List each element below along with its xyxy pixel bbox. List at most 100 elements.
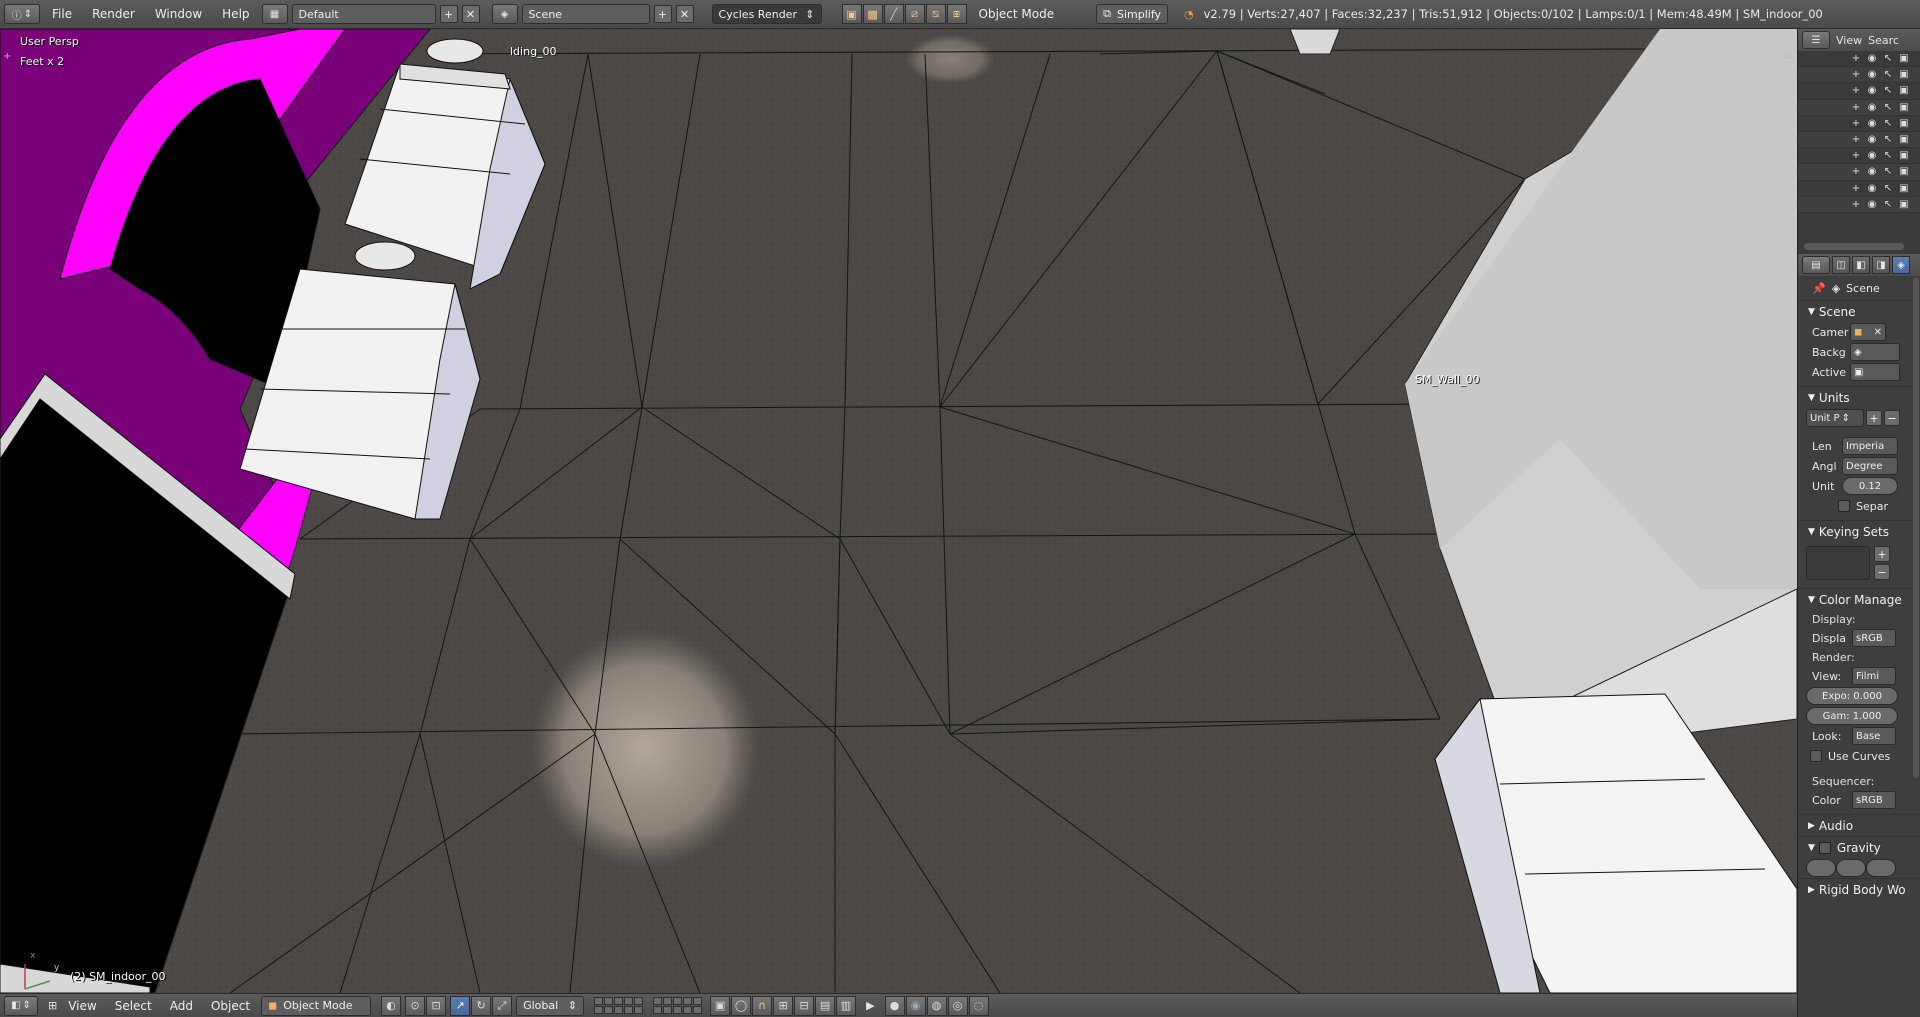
snap-target-icon[interactable]: ⊞ xyxy=(773,995,794,1016)
outliner-list[interactable]: + ◉ ↖ ▣ + ◉ ↖ ▣ + ◉ ↖ ▣ + ◉ ↖ ▣ + ◉ ↖ ▣ + ◉ ↖ ▣ + ◉ ↖ ▣ + ◉ ↖ ▣ … xyxy=(1798,51,1920,213)
viewport-scene[interactable] xyxy=(0,29,1797,993)
render-region-icon[interactable]: ▩ xyxy=(862,4,883,24)
camera-icon[interactable]: ▣ xyxy=(1898,134,1910,146)
camera-icon[interactable]: ▣ xyxy=(1898,166,1910,178)
material-shading-icon[interactable]: ◉ xyxy=(905,995,926,1016)
camera-icon[interactable]: ▣ xyxy=(1898,198,1910,210)
render-tab-icon[interactable]: ◫ xyxy=(1832,256,1850,274)
length-unit-dropdown[interactable]: Imperia xyxy=(1842,437,1898,455)
layers-icon[interactable]: ⧄ xyxy=(904,4,925,24)
menu-select[interactable]: Select xyxy=(108,999,159,1013)
outliner-row[interactable]: + ◉ ↖ ▣ xyxy=(1798,51,1920,68)
eye-icon[interactable]: ◉ xyxy=(1866,166,1878,178)
corner-plus-icon[interactable]: + xyxy=(3,51,11,62)
cursor-icon[interactable]: ↖ xyxy=(1882,85,1894,97)
cursor-icon[interactable]: ↖ xyxy=(1882,117,1894,129)
magnet-icon[interactable]: ∩ xyxy=(752,995,773,1016)
screen-layout-field[interactable]: Default xyxy=(291,4,436,24)
corner-split-icon[interactable]: ⧉ xyxy=(1784,51,1791,62)
properties-editor-selector[interactable]: ▤ xyxy=(1802,256,1830,274)
add-preset-button[interactable]: + xyxy=(1866,410,1882,426)
eye-icon[interactable]: ◉ xyxy=(1866,182,1878,194)
outliner-row[interactable]: + ◉ ↖ ▣ xyxy=(1798,67,1920,84)
snap-element-icon[interactable]: ⊟ xyxy=(794,995,815,1016)
scene-icon[interactable]: ◈ xyxy=(491,4,518,24)
gravity-x-field[interactable] xyxy=(1806,859,1836,877)
unit-scale-field[interactable]: 0.12 xyxy=(1842,477,1898,495)
camera-icon[interactable]: ▣ xyxy=(1898,150,1910,162)
expand-icon[interactable]: + xyxy=(1850,101,1862,113)
outliner-h-scrollbar[interactable] xyxy=(1804,243,1904,250)
grease-icon[interactable]: ⧆ xyxy=(946,4,967,24)
sequencer-color-dropdown[interactable]: sRGB xyxy=(1852,791,1896,809)
play-icon[interactable]: ▶ xyxy=(866,999,874,1012)
outliner-search[interactable]: Searc xyxy=(1868,34,1899,47)
texture-shading-icon[interactable]: ◍ xyxy=(926,995,947,1016)
cursor-icon[interactable]: ↖ xyxy=(1882,69,1894,81)
separate-units-checkbox[interactable] xyxy=(1838,500,1850,512)
rotate-icon[interactable]: ↻ xyxy=(471,995,492,1016)
expand-icon[interactable]: + xyxy=(1850,150,1862,162)
expand-icon[interactable]: + xyxy=(1850,53,1862,65)
outliner-menu-view[interactable]: View xyxy=(1836,34,1862,47)
pin-icon[interactable]: 📌 xyxy=(1812,282,1826,295)
close-icon[interactable]: ✕ xyxy=(1874,327,1882,338)
camera-icon[interactable]: ▣ xyxy=(1898,101,1910,113)
add-scene-button[interactable]: + xyxy=(653,5,672,23)
manipulator-toggle-icon[interactable]: ⊡ xyxy=(426,995,447,1016)
outliner-editor-selector[interactable]: ☰ xyxy=(1802,31,1830,49)
menu-file[interactable]: File xyxy=(44,7,80,21)
add-keying-set-button[interactable]: + xyxy=(1874,546,1890,562)
clip-icon[interactable]: ⧅ xyxy=(925,4,946,24)
audio-panel-header[interactable]: ▶ Audio xyxy=(1798,814,1920,836)
expand-icon[interactable]: + xyxy=(1850,117,1862,129)
camera-icon[interactable]: ▣ xyxy=(1898,69,1910,81)
layers-tab-icon[interactable]: ◧ xyxy=(1852,256,1870,274)
camera-icon[interactable]: ▣ xyxy=(1898,182,1910,194)
outliner-row[interactable]: + ◉ ↖ ▣ xyxy=(1798,164,1920,181)
expand-icon[interactable]: + xyxy=(1850,69,1862,81)
expand-icon[interactable]: + xyxy=(1850,134,1862,146)
exposure-field[interactable]: Expo: 0.000 xyxy=(1806,687,1898,705)
units-preset-dropdown[interactable]: Unit P ⇕ xyxy=(1806,409,1864,427)
3d-view-editor-selector[interactable]: ◧ ⇕ xyxy=(4,995,38,1016)
eye-icon[interactable]: ◉ xyxy=(1866,101,1878,113)
translate-icon[interactable]: ↗ xyxy=(450,995,471,1016)
cursor-icon[interactable]: ↖ xyxy=(1882,150,1894,162)
simplify-toggle[interactable]: ⧉ Simplify xyxy=(1096,4,1169,24)
scene-layers-b[interactable] xyxy=(653,997,703,1014)
layer-lock-icon[interactable]: ▣ xyxy=(710,995,731,1016)
camera-icon[interactable]: ▣ xyxy=(1898,85,1910,97)
camera-icon[interactable]: ▣ xyxy=(1898,117,1910,129)
viewport-shading-icon[interactable]: ◐ xyxy=(381,995,402,1016)
outliner-row[interactable]: + ◉ ↖ ▣ xyxy=(1798,131,1920,149)
menu-object[interactable]: Object xyxy=(204,999,257,1013)
proportional-edit-icon[interactable]: ◯ xyxy=(731,995,752,1016)
cursor-icon[interactable]: ↖ xyxy=(1882,198,1894,210)
angle-unit-dropdown[interactable]: Degree xyxy=(1842,457,1898,475)
expand-icon[interactable]: + xyxy=(1850,182,1862,194)
eye-icon[interactable]: ◉ xyxy=(1866,150,1878,162)
pivot-icon[interactable]: ⊙ xyxy=(405,995,426,1016)
menu-window[interactable]: Window xyxy=(147,7,210,21)
editor-type-selector[interactable]: ⓘ ⇕ xyxy=(4,4,40,24)
scene-layers-a[interactable] xyxy=(594,997,644,1014)
render-icon[interactable]: ▣ xyxy=(841,4,862,24)
cursor-icon[interactable]: ↖ xyxy=(1882,182,1894,194)
gravity-y-field[interactable] xyxy=(1836,859,1866,877)
camera-field[interactable]: ◼ ✕ xyxy=(1850,323,1886,341)
scene-panel-header[interactable]: ▼ Scene xyxy=(1798,300,1920,322)
background-field[interactable]: ◈ xyxy=(1850,343,1900,361)
add-screen-button[interactable]: + xyxy=(439,5,458,23)
rendered-shading-icon[interactable]: ◎ xyxy=(947,995,968,1016)
gamma-field[interactable]: Gam: 1.000 xyxy=(1806,707,1898,725)
expand-icon[interactable]: + xyxy=(1850,198,1862,210)
3d-viewport[interactable]: User Persp Feet x 2 lding_00 SM_Wall_00 … xyxy=(0,29,1797,993)
outliner-row[interactable]: + ◉ ↖ ▣ xyxy=(1798,148,1920,165)
view-transform-dropdown[interactable]: Filmi xyxy=(1852,667,1896,685)
active-clip-field[interactable]: ▣ xyxy=(1850,363,1900,381)
opengl-render-icon[interactable]: ▤ xyxy=(815,995,836,1016)
scene-tab-icon[interactable]: ◈ xyxy=(1892,256,1910,274)
use-curves-checkbox[interactable] xyxy=(1810,750,1822,762)
keying-sets-list[interactable] xyxy=(1806,546,1870,580)
